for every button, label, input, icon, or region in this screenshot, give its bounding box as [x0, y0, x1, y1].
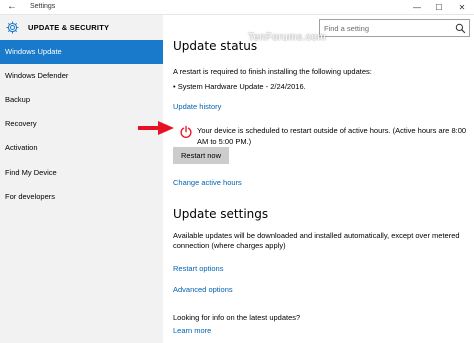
- scheduled-restart-message: Your device is scheduled to restart outs…: [197, 126, 467, 146]
- title-bar: ← Settings — ☐ ✕: [0, 0, 474, 15]
- sidebar: UPDATE & SECURITY Windows Update Windows…: [0, 15, 163, 343]
- annotation-arrow-icon: [138, 121, 174, 135]
- minimize-button[interactable]: —: [406, 1, 428, 14]
- change-active-hours-link[interactable]: Change active hours: [173, 178, 242, 187]
- sidebar-item-find-my-device[interactable]: Find My Device: [0, 161, 163, 185]
- sidebar-item-windows-defender[interactable]: Windows Defender: [0, 64, 163, 88]
- back-button[interactable]: ←: [4, 1, 20, 14]
- window-title: Settings: [30, 3, 56, 10]
- update-settings-heading: Update settings: [173, 207, 269, 221]
- sidebar-item-backup[interactable]: Backup: [0, 88, 163, 112]
- gear-icon: [6, 21, 19, 34]
- main-content: Update status TenForums.com A restart is…: [163, 15, 474, 343]
- restart-now-button[interactable]: Restart now: [173, 147, 229, 164]
- restart-required-text: A restart is required to finish installi…: [173, 67, 372, 76]
- sidebar-item-activation[interactable]: Activation: [0, 136, 163, 160]
- power-icon: [180, 125, 192, 138]
- update-history-link[interactable]: Update history: [173, 102, 221, 111]
- pending-update-item: • System Hardware Update - 2/24/2016.: [173, 82, 306, 91]
- maximize-button[interactable]: ☐: [428, 1, 450, 14]
- learn-more-link[interactable]: Learn more: [173, 326, 211, 335]
- sidebar-item-for-developers[interactable]: For developers: [0, 185, 163, 209]
- section-title: UPDATE & SECURITY: [28, 23, 110, 32]
- update-settings-description: Available updates will be downloaded and…: [173, 231, 460, 250]
- advanced-options-link[interactable]: Advanced options: [173, 285, 233, 294]
- sidebar-item-windows-update[interactable]: Windows Update: [0, 40, 163, 64]
- watermark: TenForums.com: [248, 32, 327, 43]
- restart-options-link[interactable]: Restart options: [173, 264, 223, 273]
- section-header: UPDATE & SECURITY: [0, 15, 163, 40]
- update-status-heading: Update status: [173, 39, 258, 53]
- latest-updates-info-text: Looking for info on the latest updates?: [173, 313, 301, 322]
- close-button[interactable]: ✕: [451, 1, 473, 14]
